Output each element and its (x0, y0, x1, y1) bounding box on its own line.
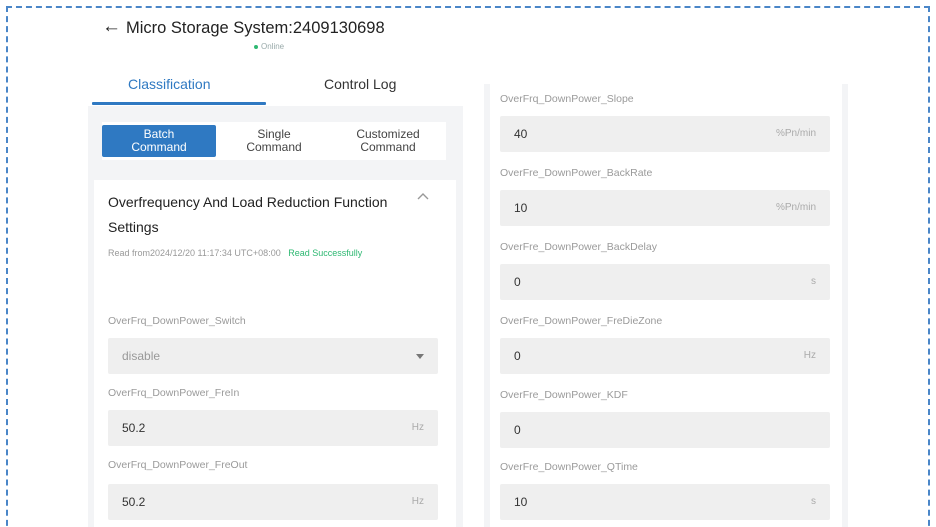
field-label: OverFre_DownPower_QTime (500, 461, 638, 473)
dropdown-caret-icon (416, 354, 424, 359)
read-timestamp: Read from2024/12/20 11:17:34 UTC+08:00 (108, 248, 281, 258)
read-status: Read Successfully (288, 248, 363, 258)
backrate-input[interactable]: 10 %Pn/min (500, 190, 830, 226)
field-label: OverFrq_DownPower_FreOut (108, 459, 248, 471)
field-unit: Hz (803, 350, 816, 361)
kdf-input[interactable]: 0 (500, 412, 830, 448)
tab-bar: Classification Control Log (88, 62, 463, 106)
online-status: Online (254, 42, 284, 52)
field-value: 0 (514, 423, 521, 437)
slope-input[interactable]: 40 %Pn/min (500, 116, 830, 152)
status-text: Online (261, 42, 285, 51)
field-value: 50.2 (122, 495, 146, 509)
active-tab-indicator (92, 102, 266, 105)
qtime-input[interactable]: 10 s (500, 484, 830, 520)
field-label: OverFre_DownPower_BackRate (500, 167, 653, 179)
frein-input[interactable]: 50.2 Hz (108, 410, 438, 446)
field-value: 0 (514, 275, 521, 289)
field-unit: %Pn/min (775, 202, 816, 213)
freout-input[interactable]: 50.2 Hz (108, 484, 438, 520)
command-type-selector: Batch Command Single Command Customized … (102, 122, 446, 160)
field-label: OverFrq_DownPower_Slope (500, 93, 634, 105)
switch-select[interactable]: disable (108, 338, 438, 374)
field-value: 0 (514, 349, 521, 363)
field-unit: Hz (411, 422, 424, 433)
right-panel: OverFrq_DownPower_Slope 40 %Pn/min OverF… (484, 84, 848, 527)
field-unit: s (811, 496, 816, 507)
field-unit: Hz (411, 496, 424, 507)
single-command-label: Single Command (246, 127, 302, 154)
settings-title: Overfrequency And Load Reduction Functio… (108, 194, 388, 235)
field-value: 50.2 (122, 421, 146, 435)
freqdeadzone-input[interactable]: 0 Hz (500, 338, 830, 374)
single-command-button[interactable]: Single Command (220, 125, 328, 157)
field-unit: %Pn/min (775, 128, 816, 139)
field-value: 10 (514, 495, 528, 509)
field-value: disable (122, 349, 161, 363)
field-label: OverFrq_DownPower_Switch (108, 315, 246, 327)
customized-command-button[interactable]: Customized Command (334, 125, 442, 157)
field-unit: s (811, 276, 816, 287)
customized-command-label: Customized Command (356, 127, 420, 154)
settings-card: Overfrequency And Load Reduction Functio… (94, 180, 456, 527)
field-value: 10 (514, 201, 528, 215)
batch-command-button[interactable]: Batch Command (102, 125, 216, 157)
page-header: ← Micro Storage System:2409130698 Online (100, 16, 500, 56)
tab-classification[interactable]: Classification (128, 74, 210, 94)
page-title: Micro Storage System:2409130698 (126, 19, 385, 37)
backdelay-input[interactable]: 0 s (500, 264, 830, 300)
field-value: 40 (514, 127, 528, 141)
left-panel: Classification Control Log Batch Command… (88, 62, 463, 527)
field-label: OverFre_DownPower_KDF (500, 389, 628, 401)
read-info: Read from2024/12/20 11:17:34 UTC+08:00 R… (108, 240, 408, 266)
back-arrow-icon[interactable]: ← (102, 17, 121, 37)
batch-command-label: Batch Command (131, 127, 187, 154)
field-label: OverFre_DownPower_FreDieZone (500, 315, 663, 327)
chevron-up-icon[interactable] (416, 190, 430, 204)
field-label: OverFre_DownPower_BackDelay (500, 241, 657, 253)
tab-control-log[interactable]: Control Log (324, 74, 396, 94)
status-dot-icon (254, 44, 258, 49)
field-label: OverFrq_DownPower_FreIn (108, 387, 240, 399)
